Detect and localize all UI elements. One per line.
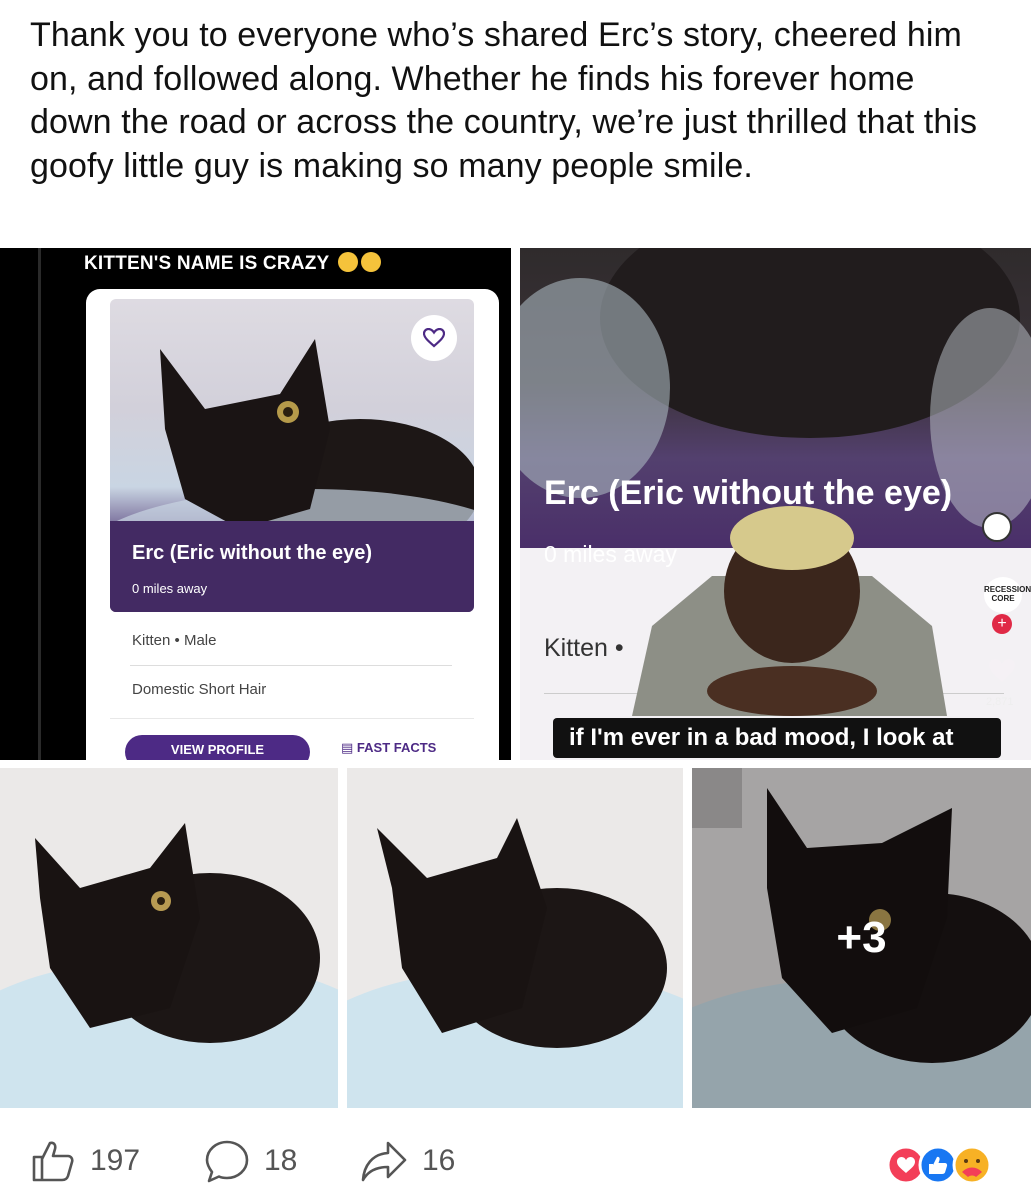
fast-facts-link[interactable]: ▤ FAST FACTS (341, 740, 436, 756)
headline-text: KITTEN'S NAME IS CRAZY (84, 253, 330, 274)
photo-tile-kitten-3[interactable]: +3 (692, 768, 1031, 1108)
black-kitten-image (347, 768, 683, 1108)
more-photos-count: +3 (836, 913, 887, 962)
document-icon: ▤ (341, 740, 357, 755)
divider (110, 718, 474, 719)
share-count: 16 (422, 1144, 456, 1177)
black-kitten-image (0, 768, 338, 1108)
comment-count: 18 (264, 1144, 298, 1177)
crying-laughing-emoji-icon (360, 252, 381, 272)
photo-tile-kitten-1[interactable] (0, 768, 338, 1108)
heart-icon (989, 659, 1015, 682)
person-image (632, 506, 947, 716)
creator-avatar[interactable]: RECESSION CORE (984, 577, 1031, 613)
fast-facts-label: FAST FACTS (356, 740, 437, 755)
reaction-icons (886, 1145, 992, 1185)
divider (130, 665, 452, 666)
video-progress-bar (38, 248, 41, 760)
favorite-button[interactable] (411, 315, 457, 361)
video-caption: if I'm ever in a bad mood, I look at (553, 718, 1001, 758)
thumbs-up-icon (32, 1141, 74, 1182)
heart-outline-icon (423, 328, 445, 348)
video-headline: KITTEN'S NAME IS CRAZY (84, 252, 381, 275)
view-profile-button[interactable]: VIEW PROFILE (125, 735, 310, 760)
photo-tile-kitten-2[interactable] (347, 768, 683, 1108)
crying-laughing-emoji-icon (337, 252, 358, 272)
post-actions-bar: 197 18 16 (0, 1138, 1031, 1188)
like-count: 197 (90, 1144, 141, 1177)
photo-tile-video-frame[interactable]: Erc (Eric without the eye) 0 miles away … (520, 248, 1031, 760)
comment-bubble-icon (205, 1140, 249, 1183)
pet-age-sex: Kitten • (544, 634, 624, 662)
more-photos-overlay[interactable]: +3 (692, 768, 1031, 1108)
pet-age-sex: Kitten • Male (132, 632, 217, 649)
care-reaction-icon (952, 1145, 992, 1185)
share-button[interactable]: 16 (360, 1138, 455, 1184)
like-heart-icon[interactable] (988, 658, 1016, 684)
pet-distance: 0 miles away (132, 581, 208, 596)
creator-reaction-cutout (622, 506, 952, 716)
comment-button[interactable]: 18 (204, 1138, 297, 1184)
chat-icon[interactable] (982, 512, 1012, 542)
share-arrow-icon (361, 1141, 407, 1182)
photo-tile-adoption-card[interactable]: KITTEN'S NAME IS CRAZY Erc (Eric without… (0, 248, 511, 760)
like-count: 2,871 (986, 696, 1014, 708)
like-button[interactable]: 197 (30, 1138, 140, 1184)
reaction-summary[interactable] (886, 1144, 1000, 1186)
pet-name: Erc (Eric without the eye) (132, 542, 373, 564)
post-text: Thank you to everyone who’s shared Erc’s… (30, 16, 978, 185)
follow-plus-icon[interactable]: + (992, 614, 1012, 634)
pet-breed: Domestic Short Hair (132, 681, 267, 698)
